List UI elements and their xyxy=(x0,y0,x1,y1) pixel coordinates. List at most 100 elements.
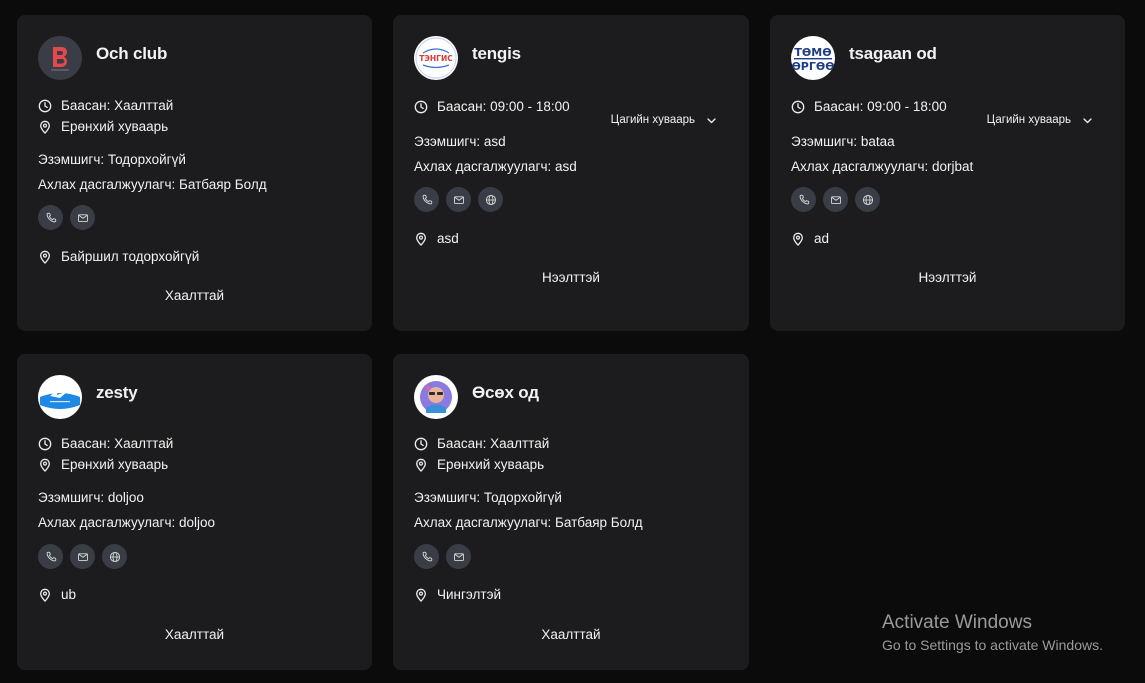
phone-button[interactable] xyxy=(414,544,439,569)
gym-card[interactable]: ТЭНГИС tengis Баасан: 09:00 - 18:00 Цаги… xyxy=(393,15,749,331)
gym-card[interactable]: ТӨМӨ ӨРГӨӨ tsagaan od Баасан: 09:00 - 18… xyxy=(770,15,1125,331)
location-text: ad xyxy=(814,231,830,246)
owner-text: Эзэмшигч: Тодорхойгүй xyxy=(38,152,186,167)
gym-name: tsagaan od xyxy=(849,44,937,63)
trainer-text: Ахлах дасгалжуулагч: Батбаяр Болд xyxy=(414,515,643,530)
watermark-title: Activate Windows xyxy=(882,612,1032,633)
phone-button[interactable] xyxy=(38,544,63,569)
hours-text: Баасан: Хаалттай xyxy=(61,436,174,451)
gym-card[interactable]: zesty Баасан: Хаалттай Ерөнхий хуваарь Э… xyxy=(17,354,372,670)
gym-card[interactable]: Өсөх од Баасан: Хаалттай Ерөнхий хуваарь… xyxy=(393,354,749,670)
status-text: Хаалттай xyxy=(164,627,225,642)
phone-icon xyxy=(422,551,432,561)
email-button[interactable] xyxy=(446,187,471,212)
phone-icon xyxy=(799,194,809,204)
gym-name: Өсөх од xyxy=(472,383,539,402)
hours-row: Баасан: Хаалттай xyxy=(38,98,173,113)
schedule-row: Ерөнхий хуваарь xyxy=(38,457,168,472)
phone-button[interactable] xyxy=(414,187,439,212)
schedule-dropdown[interactable]: Цагийн хуваарь xyxy=(987,114,1093,126)
clock-icon xyxy=(414,437,428,451)
phone-icon xyxy=(46,551,56,561)
gym-name: Och club xyxy=(96,44,168,63)
map-pin-icon xyxy=(38,120,52,134)
email-button[interactable] xyxy=(446,544,471,569)
email-button[interactable] xyxy=(70,205,95,230)
hours-row: Баасан: Хаалттай xyxy=(414,436,549,451)
hours-text: Баасан: Хаалттай xyxy=(437,436,550,451)
schedule-row: Ерөнхий хуваарь xyxy=(414,457,544,472)
location-row: asd xyxy=(414,231,459,246)
location-text: Байршил тодорхойгүй xyxy=(61,249,200,264)
website-button[interactable] xyxy=(855,187,880,212)
schedule-dropdown[interactable]: Цагийн хуваарь xyxy=(611,114,717,126)
svg-text:ТЭНГИС: ТЭНГИС xyxy=(419,54,453,63)
map-pin-icon xyxy=(791,232,805,246)
gym-logo: ТӨМӨ ӨРГӨӨ xyxy=(791,36,835,80)
gym-name: zesty xyxy=(96,383,138,402)
location-row: ad xyxy=(791,231,829,246)
mail-icon xyxy=(77,213,88,222)
location-text: Чингэлтэй xyxy=(437,587,501,602)
email-button[interactable] xyxy=(823,187,848,212)
windows-activation-watermark: Activate Windows Go to Settings to activ… xyxy=(882,612,1103,653)
phone-button[interactable] xyxy=(791,187,816,212)
map-pin-icon xyxy=(38,588,52,602)
website-button[interactable] xyxy=(478,187,503,212)
owner-text: Эзэмшигч: asd xyxy=(414,134,506,149)
phone-icon xyxy=(46,212,56,222)
phone-button[interactable] xyxy=(38,205,63,230)
hours-text: Баасан: 09:00 - 18:00 xyxy=(814,99,947,114)
mail-icon xyxy=(77,552,88,561)
schedule-label: Ерөнхий хуваарь xyxy=(61,119,169,134)
schedule-label: Ерөнхий хуваарь xyxy=(437,457,545,472)
email-button[interactable] xyxy=(70,544,95,569)
hours-row: Баасан: 09:00 - 18:00 xyxy=(791,99,947,114)
gym-name: tengis xyxy=(472,44,521,63)
clock-icon xyxy=(38,99,52,113)
schedule-dropdown-label: Цагийн хуваарь xyxy=(986,114,1071,126)
trainer-text: Ахлах дасгалжуулагч: dorjbat xyxy=(791,159,974,174)
chevron-down-icon xyxy=(707,117,716,123)
schedule-label: Ерөнхий хуваарь xyxy=(61,457,169,472)
watermark-subtitle: Go to Settings to activate Windows. xyxy=(882,637,1103,653)
status-text: Хаалттай xyxy=(164,288,225,303)
location-text: ub xyxy=(61,587,77,602)
map-pin-icon xyxy=(38,458,52,472)
trainer-text: Ахлах дасгалжуулагч: asd xyxy=(414,159,577,174)
status-text: Нээлттэй xyxy=(918,270,977,285)
website-button[interactable] xyxy=(102,544,127,569)
location-text: asd xyxy=(437,231,459,246)
mail-icon xyxy=(830,195,841,204)
mail-icon xyxy=(453,552,464,561)
hours-text: Баасан: Хаалттай xyxy=(61,98,174,113)
location-row: ub xyxy=(38,587,76,602)
owner-text: Эзэмшигч: doljoo xyxy=(38,490,144,505)
location-row: Байршил тодорхойгүй xyxy=(38,249,199,264)
location-row: Чингэлтэй xyxy=(414,587,501,602)
gym-card[interactable]: Och club Баасан: Хаалттай Ерөнхий хуваар… xyxy=(17,15,372,331)
phone-icon xyxy=(422,194,432,204)
globe-icon xyxy=(862,194,873,205)
chevron-down-icon xyxy=(1083,117,1092,123)
schedule-dropdown-label: Цагийн хуваарь xyxy=(610,114,695,126)
trainer-text: Ахлах дасгалжуулагч: doljoo xyxy=(38,515,216,530)
hours-row: Баасан: 09:00 - 18:00 xyxy=(414,99,570,114)
status-text: Нээлттэй xyxy=(542,270,600,285)
owner-text: Эзэмшигч: Тодорхойгүй xyxy=(414,490,562,505)
gym-logo: ТЭНГИС xyxy=(414,36,458,80)
svg-text:ӨРГӨӨ: ӨРГӨӨ xyxy=(791,60,834,73)
trainer-text: Ахлах дасгалжуулагч: Батбаяр Болд xyxy=(38,177,267,192)
map-pin-icon xyxy=(38,250,52,264)
schedule-row: Ерөнхий хуваарь xyxy=(38,119,168,134)
hours-row: Баасан: Хаалттай xyxy=(38,436,173,451)
hours-text: Баасан: 09:00 - 18:00 xyxy=(437,99,570,114)
status-text: Хаалттай xyxy=(541,627,601,642)
clock-icon xyxy=(414,100,428,114)
map-pin-icon xyxy=(414,458,428,472)
map-pin-icon xyxy=(414,588,428,602)
globe-icon xyxy=(485,194,496,205)
gym-logo xyxy=(38,36,82,80)
gym-logo xyxy=(38,375,82,419)
svg-text:ТӨМӨ: ТӨМӨ xyxy=(794,46,831,59)
